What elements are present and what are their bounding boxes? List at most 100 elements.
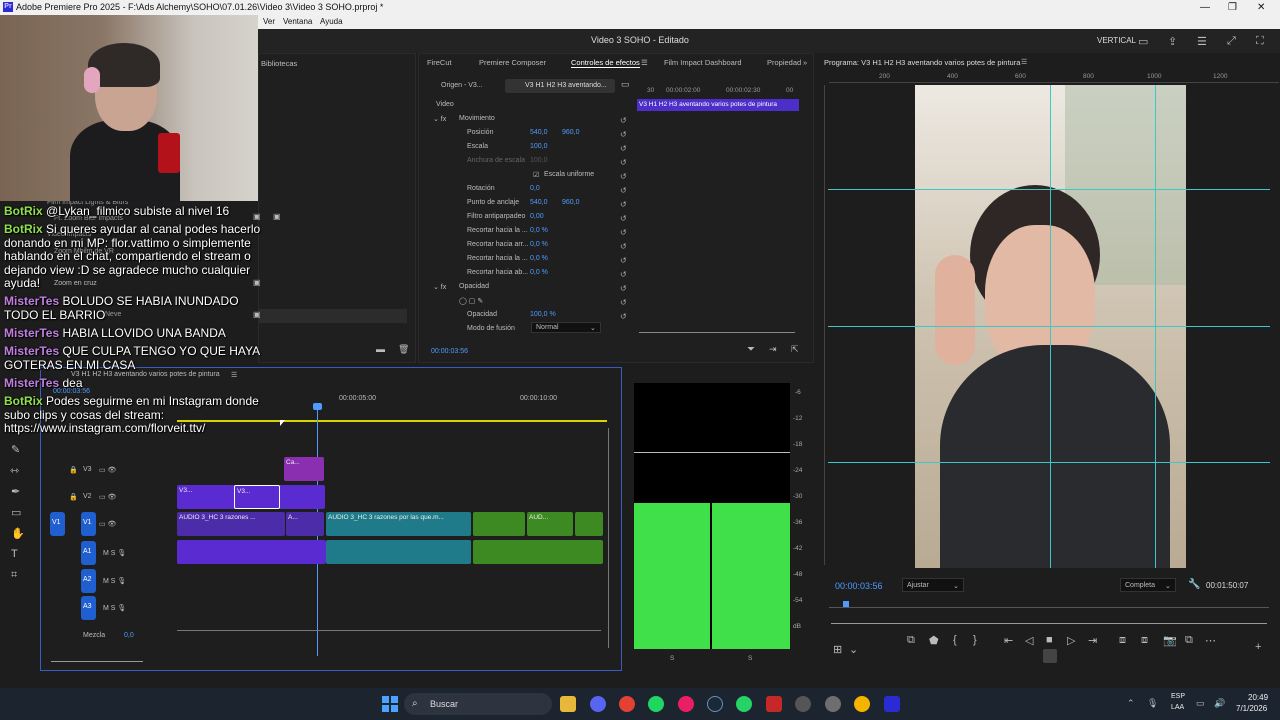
go-to-in-icon[interactable]: ⇤ [1004, 634, 1013, 647]
tab-menu-icon[interactable]: ☰ [641, 58, 648, 67]
step-forward-icon[interactable]: ▷ [1067, 634, 1075, 647]
mix-value[interactable]: 0,0 [124, 632, 134, 639]
trash-icon[interactable]: 🗑 [398, 344, 409, 355]
mark-out-icon[interactable]: } [973, 634, 977, 646]
slip-tool-icon[interactable]: ⇿ [10, 464, 19, 477]
tab-film-impact[interactable]: Film Impact Dashboard [664, 58, 742, 67]
safe-margins-icon[interactable]: ⊞ [833, 643, 842, 656]
chevron-down-icon[interactable]: ⌄ [849, 643, 858, 656]
export-icon[interactable]: ⇥ [769, 344, 777, 355]
start-icon[interactable] [382, 696, 398, 712]
prop-crop-left-value[interactable]: 0,0 % [530, 227, 548, 234]
prop-crop-bottom-value[interactable]: 0,0 % [530, 269, 548, 276]
motion-expand-icon[interactable]: ⌄ fx [433, 115, 446, 123]
clip-v3[interactable]: Ca... [284, 457, 324, 481]
audio-clip-a1[interactable] [326, 540, 471, 564]
reset-icon[interactable]: ↺ [620, 142, 628, 156]
program-menu-icon[interactable]: ☰ [1021, 58, 1027, 66]
workspace-label[interactable]: VERTICAL [1097, 36, 1136, 45]
track-target-a1[interactable]: A1 [81, 541, 96, 565]
reset-icon[interactable]: ↺ [620, 240, 628, 254]
taskbar-search[interactable]: ⌕ Buscar [404, 693, 552, 715]
chrome-icon[interactable] [619, 696, 635, 712]
track-target-a2[interactable]: A2 [81, 569, 96, 593]
voicemeeter-icon[interactable] [766, 696, 782, 712]
folder-icon[interactable]: ▬ [376, 344, 385, 354]
clock-date[interactable]: 7/1/2026 [1236, 704, 1267, 713]
clip-v1[interactable]: A... [286, 512, 324, 536]
reset-icon[interactable]: ↺ [620, 212, 628, 226]
maximize-icon[interactable]: ❐ [1228, 0, 1237, 15]
camera-icon[interactable]: 📷 [1163, 634, 1177, 647]
reset-icon[interactable]: ↺ [620, 310, 628, 324]
insert-icon[interactable]: ⧉ [907, 634, 915, 647]
more-controls-icon[interactable]: ⋯ [1205, 634, 1216, 647]
reset-icon[interactable]: ↺ [620, 170, 628, 184]
razor-tool-icon[interactable]: ✎ [11, 443, 20, 456]
menu-icon[interactable]: ☰ [1197, 35, 1207, 48]
prop-anchor-x[interactable]: 540,0 [530, 199, 548, 206]
mask-ellipse-icon[interactable]: ◯ ▢ ✎ [459, 297, 483, 305]
reset-icon[interactable]: ↺ [620, 254, 628, 268]
expand-icon[interactable]: ⤢ [1227, 35, 1236, 48]
chrome-canary-icon[interactable] [854, 696, 870, 712]
lock-icon[interactable]: 🔒 [69, 493, 78, 501]
quality-select[interactable]: Completa ⌄ [1120, 578, 1176, 592]
prop-rotation-value[interactable]: 0,0 [530, 185, 540, 192]
clip-v1[interactable]: AUDIO 3_HC 3 razones ... [177, 512, 285, 536]
premiere-taskbar-icon[interactable] [884, 696, 900, 712]
sync-icon[interactable]: ▭ 👁 [99, 493, 116, 501]
clip-v1[interactable]: AUDIO 3_HC 3 razones por las que.m... [326, 512, 471, 536]
source-patch-v1[interactable]: V1 [50, 512, 65, 536]
tab-effect-controls[interactable]: Controles de efectos [571, 58, 640, 68]
ec-clip-bar[interactable]: V3 H1 H2 H3 aventando varios potes de pi… [637, 99, 799, 111]
volume-icon[interactable]: 🔊 [1214, 698, 1225, 709]
more-tabs-icon[interactable]: » [803, 58, 807, 67]
ec-zoom-slider[interactable] [639, 332, 795, 333]
step-back-icon[interactable]: ◁ [1025, 634, 1033, 647]
clip-v1[interactable]: AUD... [527, 512, 573, 536]
reset-icon[interactable]: ↺ [620, 226, 628, 240]
compare-icon[interactable]: ⧉ [1185, 634, 1193, 647]
audio-clip-a1[interactable] [473, 540, 603, 564]
type-tool-icon[interactable]: T [11, 548, 18, 560]
clip-tab[interactable]: V3 H1 H2 H3 aventando... [505, 79, 615, 93]
prop-position-y[interactable]: 960,0 [562, 129, 580, 136]
program-playhead[interactable] [843, 601, 849, 607]
share-icon[interactable]: ⇪ [1168, 35, 1177, 48]
app-icon[interactable] [795, 696, 811, 712]
track-target-v1[interactable]: V1 [81, 512, 96, 536]
mute-solo-mic-icons[interactable]: M S 🎙 [103, 549, 126, 557]
mute-solo-mic-icons[interactable]: M S 🎙 [103, 577, 126, 585]
mic-tray-icon[interactable]: 🎙 [1147, 698, 1158, 709]
solo-right-button[interactable]: S [748, 655, 752, 662]
prop-scale-value[interactable]: 100,0 [530, 143, 548, 150]
keyboard-lang[interactable]: ESP [1171, 693, 1185, 700]
panel-icon[interactable]: ▭ [1138, 35, 1148, 48]
obs-icon[interactable] [825, 696, 841, 712]
reset-icon[interactable]: ↺ [620, 156, 628, 170]
reset-icon[interactable]: ↺ [620, 128, 628, 142]
marker-icon[interactable]: ⬟ [929, 634, 939, 647]
prop-flicker-value[interactable]: 0,00 [530, 213, 544, 220]
filter-icon[interactable]: ⏷ [747, 344, 755, 355]
opacity-expand-icon[interactable]: ⌄ fx [433, 283, 446, 291]
prop-crop-right-value[interactable]: 0,0 % [530, 255, 548, 262]
menu-item-ventana[interactable]: Ventana [283, 15, 312, 29]
reset-icon[interactable]: ↺ [620, 268, 628, 282]
fullscreen-icon[interactable]: ⛶ [1256, 35, 1264, 48]
track-target-a3[interactable]: A3 [81, 596, 96, 620]
sync-icon[interactable]: ▭ 👁 [99, 466, 116, 474]
prop-anchor-y[interactable]: 960,0 [562, 199, 580, 206]
uniform-scale-checkbox[interactable]: ☑ [533, 171, 539, 179]
playhead-handle[interactable] [313, 403, 322, 410]
menu-item-ver[interactable]: Ver [263, 15, 275, 29]
reset-icon[interactable]: ↺ [620, 114, 628, 128]
mark-in-icon[interactable]: { [953, 634, 957, 646]
lift-icon[interactable]: ⧈ [1119, 634, 1126, 647]
reset-icon[interactable]: ↺ [620, 282, 628, 296]
extract-icon[interactable]: ⧈ [1141, 634, 1148, 647]
ec-timecode[interactable]: 00:00:03:56 [431, 348, 468, 355]
tab-premiere-composer[interactable]: Premiere Composer [479, 58, 546, 67]
panel-export-icon[interactable]: ⇱ [791, 344, 799, 355]
